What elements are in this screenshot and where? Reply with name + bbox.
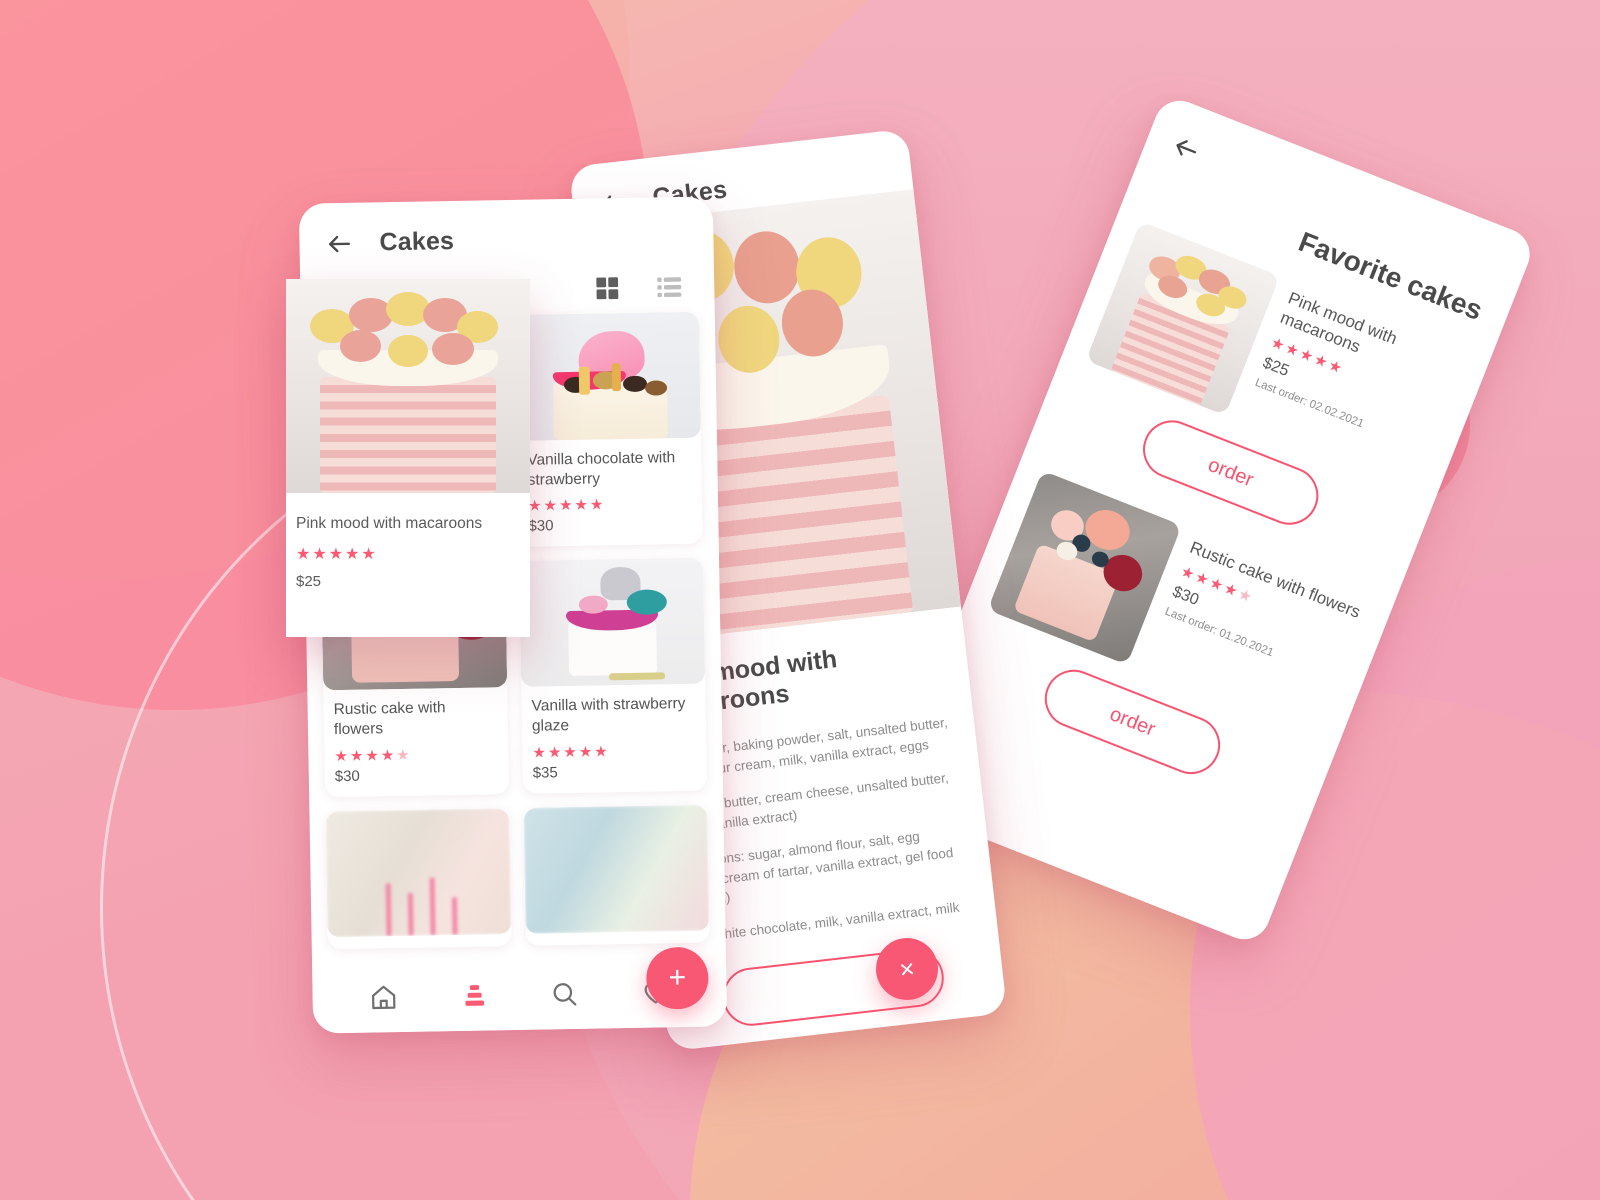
cake-card[interactable]: [523, 804, 710, 946]
cake-card[interactable]: Vanilla chocolate with strawberry ★★★★★ …: [514, 311, 703, 548]
cake-card-image: [519, 557, 706, 688]
featured-cake-price: $25: [296, 573, 322, 590]
back-arrow-icon[interactable]: [325, 229, 353, 257]
cake-card-price: $30: [334, 767, 360, 785]
search-icon[interactable]: [551, 980, 579, 1008]
featured-cake-image: [286, 279, 530, 493]
list-appbar: Cakes: [299, 196, 714, 264]
cake-card[interactable]: Vanilla with strawberry glaze ★★★★★ $35: [519, 557, 708, 794]
cake-card-rating: ★★★★★: [532, 742, 610, 762]
cake-card-image: [325, 807, 512, 937]
cake-card-rating: ★★★★★: [334, 746, 412, 765]
featured-cake-card[interactable]: Pink mood with macaroons ★★★★★ $25: [286, 279, 530, 637]
favorite-item-image: [987, 470, 1182, 665]
mockup-stage: Favorite cakes Pink mood with macaroons …: [0, 0, 1600, 1200]
cake-card-name: Vanilla with strawberry glaze: [531, 695, 686, 736]
cake-card-image: [514, 311, 701, 441]
cake-card-rating: ★★★★★: [527, 496, 606, 515]
cake-card-price: $30: [528, 517, 554, 535]
list-view-icon[interactable]: [656, 274, 682, 300]
cake-card-name: Vanilla chocolate with strawberry: [527, 449, 676, 489]
cake-card[interactable]: [325, 807, 512, 949]
favorite-item-image: [1085, 221, 1281, 416]
featured-cake-name: Pink mood with macaroons: [296, 515, 483, 532]
cake-icon[interactable]: [460, 981, 488, 1009]
list-page-title: Cakes: [379, 226, 455, 257]
grid-view-icon[interactable]: [594, 275, 620, 301]
featured-cake-rating: ★★★★★: [296, 546, 378, 563]
cake-card-price: $35: [532, 763, 558, 782]
cake-card-name: Rustic cake with flowers: [333, 699, 446, 739]
home-icon[interactable]: [370, 983, 398, 1011]
cake-card-image: [523, 804, 710, 934]
